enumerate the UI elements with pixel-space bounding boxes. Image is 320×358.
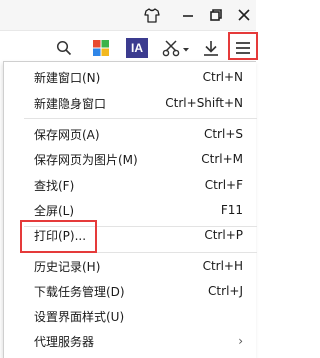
menu-item-label: 新建隐身窗口 — [34, 96, 107, 111]
menu-item-label: 查找(F) — [34, 178, 75, 193]
menu-item-shortcut: Ctrl+P — [204, 228, 243, 242]
menu-item-label: 历史记录(H) — [34, 259, 101, 274]
menu-item-interface-style[interactable]: 设置界面样式(U) — [4, 305, 257, 327]
close-icon[interactable] — [226, 0, 262, 30]
menu-item-shortcut: Ctrl+F — [204, 178, 243, 192]
menu-item-find[interactable]: 查找(F) Ctrl+F — [4, 174, 257, 196]
menu-item-shortcut: F11 — [220, 203, 243, 217]
tshirt-icon[interactable] — [134, 0, 170, 30]
menu-item-shortcut: Ctrl+H — [202, 259, 243, 273]
menu-item-new-window[interactable]: 新建窗口(N) Ctrl+N — [4, 66, 257, 88]
ia-extension-button[interactable]: IA — [125, 35, 149, 61]
chevron-down-icon — [183, 48, 189, 52]
menu-item-label: 新建窗口(N) — [34, 70, 101, 85]
menu-separator — [24, 118, 257, 119]
hamburger-menu-icon[interactable] — [230, 34, 256, 62]
menu-item-shortcut: Ctrl+J — [208, 284, 243, 298]
ia-label: IA — [131, 41, 143, 55]
menu-item-proxy-server[interactable]: 代理服务器 › — [4, 330, 257, 352]
menu-item-label: 设置界面样式(U) — [34, 309, 125, 324]
menu-item-shortcut: Ctrl+S — [203, 127, 243, 141]
menu-item-save-page-as-image[interactable]: 保存网页为图片(M) Ctrl+M — [4, 148, 257, 170]
menu-item-label: 下载任务管理(D) — [34, 284, 125, 299]
menu-item-download-manager[interactable]: 下载任务管理(D) Ctrl+J — [4, 280, 257, 302]
menu-item-print[interactable]: 打印(P)... Ctrl+P — [4, 224, 257, 246]
search-icon[interactable] — [52, 35, 76, 61]
chevron-right-icon: › — [238, 334, 243, 348]
toolbar: IA — [0, 30, 256, 65]
title-bar — [0, 0, 256, 30]
download-icon[interactable] — [199, 35, 223, 61]
ia-badge: IA — [126, 38, 148, 58]
menu-item-label: 保存网页为图片(M) — [34, 152, 138, 167]
screenshot-cut-button[interactable] — [160, 35, 194, 61]
menu-separator — [24, 252, 257, 253]
menu-item-history[interactable]: 历史记录(H) Ctrl+H — [4, 255, 257, 277]
menu-item-shortcut: Ctrl+Shift+N — [165, 96, 243, 110]
apps-grid-icon[interactable] — [88, 35, 114, 61]
menu-item-label: 打印(P)... — [34, 228, 87, 243]
menu-item-label: 全屏(L) — [34, 203, 75, 218]
menu-item-label: 代理服务器 — [34, 334, 95, 349]
main-menu-dropdown: 新建窗口(N) Ctrl+N 新建隐身窗口 Ctrl+Shift+N 保存网页(… — [3, 61, 257, 358]
menu-item-fullscreen[interactable]: 全屏(L) F11 — [4, 199, 257, 221]
menu-item-shortcut: Ctrl+M — [201, 152, 243, 166]
menu-item-shortcut: Ctrl+N — [202, 70, 243, 84]
scissors-icon — [162, 40, 180, 57]
menu-item-save-page[interactable]: 保存网页(A) Ctrl+S — [4, 123, 257, 145]
menu-item-new-incognito-window[interactable]: 新建隐身窗口 Ctrl+Shift+N — [4, 92, 257, 114]
menu-item-label: 保存网页(A) — [34, 127, 100, 142]
